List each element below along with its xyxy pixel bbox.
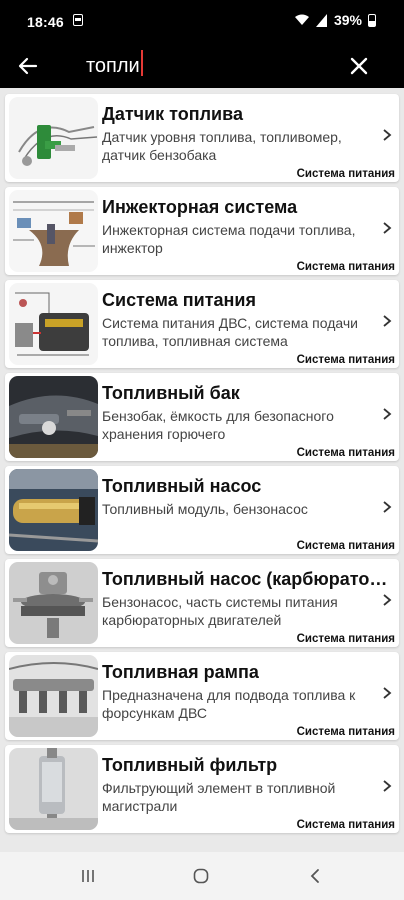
item-title: Топливный насос (карбюраторный)	[102, 569, 394, 589]
system-navigation-bar	[0, 852, 404, 900]
item-description: Фильтрующий элемент в топливной магистра…	[102, 780, 336, 814]
item-category: Система питания	[296, 261, 395, 273]
item-title: Топливный насос	[102, 476, 262, 496]
item-category: Система питания	[296, 819, 395, 831]
item-title: Инжекторная система	[102, 197, 298, 217]
item-description: Система питания ДВС, система подачи топл…	[102, 315, 358, 349]
list-item[interactable]: Топливный бак Бензобак, ёмкость для безо…	[5, 373, 399, 461]
list-item[interactable]: Топливный насос Топливный модуль, бензон…	[5, 466, 399, 554]
carburetor-fuel-pump-photo	[9, 562, 98, 644]
home-icon[interactable]	[193, 868, 209, 884]
back-icon[interactable]	[308, 868, 322, 884]
close-icon[interactable]	[347, 54, 371, 78]
list-item[interactable]: Инжекторная система Инжекторная система …	[5, 187, 399, 275]
item-category: Система питания	[296, 447, 395, 459]
chevron-right-icon	[383, 129, 392, 141]
item-category: Система питания	[296, 633, 395, 645]
fuel-pump-photo	[9, 469, 98, 551]
item-description: Инжекторная система подачи топлива, инже…	[102, 222, 356, 256]
chevron-right-icon	[383, 501, 392, 513]
item-description: Бензобак, ёмкость для безопасного хранен…	[102, 408, 334, 442]
fuel-tank-photo	[9, 376, 98, 458]
signal-icon	[315, 13, 327, 27]
battery-percent: 39%	[333, 12, 362, 28]
text-cursor	[141, 50, 143, 76]
message-notification-icon	[73, 14, 83, 26]
search-toolbar	[0, 44, 404, 88]
item-category: Система питания	[296, 354, 395, 366]
list-item[interactable]: Система питания Система питания ДВС, сис…	[5, 280, 399, 368]
item-title: Система питания	[102, 290, 256, 310]
item-title: Топливный бак	[102, 383, 240, 403]
chevron-right-icon	[383, 594, 392, 606]
item-title: Датчик топлива	[102, 104, 243, 124]
status-indicators: 39%	[294, 12, 376, 28]
back-arrow-icon[interactable]	[16, 54, 40, 78]
item-title: Топливная рампа	[102, 662, 259, 682]
item-category: Система питания	[296, 726, 395, 738]
list-item[interactable]: Топливный насос (карбюраторный) Бензонас…	[5, 559, 399, 647]
chevron-right-icon	[383, 315, 392, 327]
item-category: Система питания	[296, 168, 395, 180]
battery-icon	[368, 13, 376, 27]
status-bar: 18:46 39%	[0, 0, 404, 44]
item-description: Датчик уровня топлива, топливомер, датчи…	[102, 129, 342, 163]
search-input[interactable]	[86, 52, 316, 80]
chevron-right-icon	[383, 780, 392, 792]
item-description: Топливный модуль, бензонасос	[102, 501, 308, 517]
chevron-right-icon	[383, 687, 392, 699]
chevron-right-icon	[383, 408, 392, 420]
list-item[interactable]: Датчик топлива Датчик уровня топлива, то…	[5, 94, 399, 182]
list-item[interactable]: Топливный фильтр Фильтрующий элемент в т…	[5, 745, 399, 833]
fuel-level-sensor-image	[9, 97, 98, 179]
fuel-rail-photo	[9, 655, 98, 737]
list-item[interactable]: Топливная рампа Предназначена для подвод…	[5, 652, 399, 740]
item-description: Бензонасос, часть системы питания карбюр…	[102, 594, 338, 628]
item-description: Предназначена для подвода топлива к форс…	[102, 687, 356, 721]
chevron-right-icon	[383, 222, 392, 234]
item-title: Топливный фильтр	[102, 755, 278, 775]
injector-system-diagram-image	[9, 190, 98, 272]
fuel-system-diagram-image	[9, 283, 98, 365]
wifi-icon	[294, 14, 309, 25]
status-time: 18:46	[27, 14, 64, 30]
fuel-filter-photo	[9, 748, 98, 830]
item-category: Система питания	[296, 540, 395, 552]
recent-apps-icon[interactable]	[80, 869, 96, 883]
